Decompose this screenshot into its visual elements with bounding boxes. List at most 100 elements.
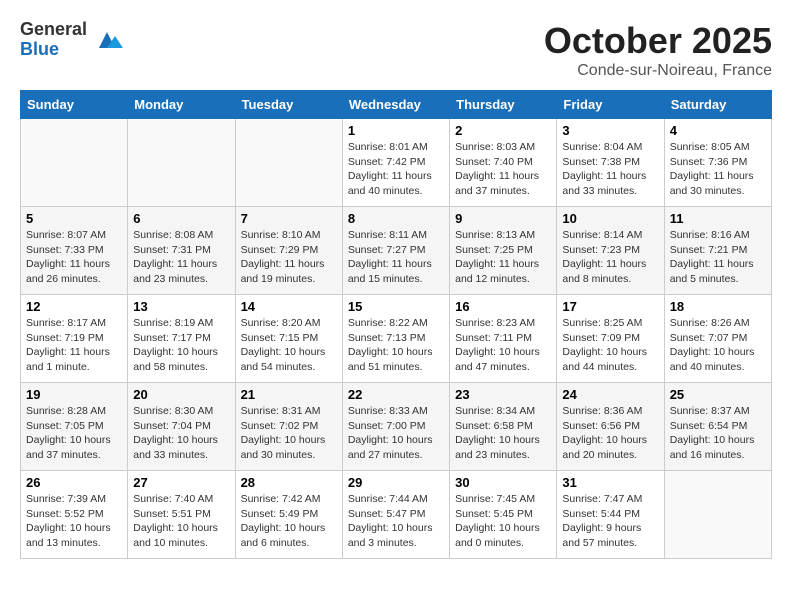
- day-number: 16: [455, 299, 551, 314]
- calendar-cell: 14Sunrise: 8:20 AM Sunset: 7:15 PM Dayli…: [235, 295, 342, 383]
- day-number: 14: [241, 299, 337, 314]
- logo-icon: [91, 24, 123, 56]
- day-info: Sunrise: 8:13 AM Sunset: 7:25 PM Dayligh…: [455, 228, 551, 287]
- day-number: 24: [562, 387, 658, 402]
- title-block: October 2025 Conde-sur-Noireau, France: [544, 20, 772, 80]
- day-info: Sunrise: 8:04 AM Sunset: 7:38 PM Dayligh…: [562, 140, 658, 199]
- calendar-cell: 10 Sunrise: 8:14 AM Sunset: 7:23 PM Dayli…: [557, 207, 664, 295]
- calendar-cell: 27 Sunrise: 7:40 AM Sunset: 5:51 PM Dayli…: [128, 471, 235, 559]
- day-number: 1: [348, 123, 444, 138]
- day-number: 17: [562, 299, 658, 314]
- calendar-cell: 31 Sunrise: 7:47 AM Sunset: 5:44 PM Dayli…: [557, 471, 664, 559]
- calendar-cell: 13 Sunrise: 8:19 AM Sunset: 7:17 PM Dayli…: [128, 295, 235, 383]
- day-info: Sunrise: 8:19 AM Sunset: 7:17 PM Dayligh…: [133, 316, 229, 375]
- day-info: Sunrise: 7:40 AM Sunset: 5:51 PM Dayligh…: [133, 492, 229, 551]
- calendar-cell: 19 Sunrise: 8:28 AM Sunset: 7:05 PM Dayli…: [21, 383, 128, 471]
- calendar-cell: 8Sunrise: 8:11 AM Sunset: 7:27 PM Daylig…: [342, 207, 449, 295]
- day-number: 8: [348, 211, 444, 226]
- day-number: 22: [348, 387, 444, 402]
- day-info: Sunrise: 8:25 AM Sunset: 7:09 PM Dayligh…: [562, 316, 658, 375]
- calendar-cell: [128, 119, 235, 207]
- day-number: 18: [670, 299, 766, 314]
- day-number: 26: [26, 475, 122, 490]
- weekday-header-tuesday: Tuesday: [235, 91, 342, 119]
- weekday-header-saturday: Saturday: [664, 91, 771, 119]
- day-info: Sunrise: 8:28 AM Sunset: 7:05 PM Dayligh…: [26, 404, 122, 463]
- day-info: Sunrise: 8:23 AM Sunset: 7:11 PM Dayligh…: [455, 316, 551, 375]
- day-number: 23: [455, 387, 551, 402]
- logo-general: General: [20, 19, 87, 39]
- month-title: October 2025: [544, 20, 772, 62]
- day-number: 25: [670, 387, 766, 402]
- day-number: 31: [562, 475, 658, 490]
- day-number: 9: [455, 211, 551, 226]
- day-number: 13: [133, 299, 229, 314]
- day-info: Sunrise: 8:03 AM Sunset: 7:40 PM Dayligh…: [455, 140, 551, 199]
- day-number: 5: [26, 211, 122, 226]
- day-number: 3: [562, 123, 658, 138]
- day-number: 6: [133, 211, 229, 226]
- week-row-4: 26 Sunrise: 7:39 AM Sunset: 5:52 PM Dayli…: [21, 471, 772, 559]
- day-info: Sunrise: 8:01 AM Sunset: 7:42 PM Dayligh…: [348, 140, 444, 199]
- day-info: Sunrise: 8:31 AM Sunset: 7:02 PM Dayligh…: [241, 404, 337, 463]
- day-info: Sunrise: 8:05 AM Sunset: 7:36 PM Dayligh…: [670, 140, 766, 199]
- calendar-cell: 26 Sunrise: 7:39 AM Sunset: 5:52 PM Dayli…: [21, 471, 128, 559]
- calendar-cell: 15Sunrise: 8:22 AM Sunset: 7:13 PM Dayli…: [342, 295, 449, 383]
- weekday-header-monday: Monday: [128, 91, 235, 119]
- calendar-cell: 16 Sunrise: 8:23 AM Sunset: 7:11 PM Dayli…: [450, 295, 557, 383]
- day-info: Sunrise: 8:14 AM Sunset: 7:23 PM Dayligh…: [562, 228, 658, 287]
- day-number: 11: [670, 211, 766, 226]
- calendar-cell: 17 Sunrise: 8:25 AM Sunset: 7:09 PM Dayli…: [557, 295, 664, 383]
- day-number: 29: [348, 475, 444, 490]
- weekday-header-wednesday: Wednesday: [342, 91, 449, 119]
- week-row-3: 19 Sunrise: 8:28 AM Sunset: 7:05 PM Dayli…: [21, 383, 772, 471]
- day-number: 27: [133, 475, 229, 490]
- calendar-cell: [21, 119, 128, 207]
- weekday-header-friday: Friday: [557, 91, 664, 119]
- logo: General Blue: [20, 20, 123, 60]
- day-info: Sunrise: 8:36 AM Sunset: 6:56 PM Dayligh…: [562, 404, 658, 463]
- calendar-cell: 2 Sunrise: 8:03 AM Sunset: 7:40 PM Daylig…: [450, 119, 557, 207]
- page-header: General Blue October 2025 Conde-sur-Noir…: [20, 20, 772, 80]
- calendar-cell: 12Sunrise: 8:17 AM Sunset: 7:19 PM Dayli…: [21, 295, 128, 383]
- calendar-cell: 11Sunrise: 8:16 AM Sunset: 7:21 PM Dayli…: [664, 207, 771, 295]
- calendar-cell: 29 Sunrise: 7:44 AM Sunset: 5:47 PM Dayli…: [342, 471, 449, 559]
- week-row-1: 5Sunrise: 8:07 AM Sunset: 7:33 PM Daylig…: [21, 207, 772, 295]
- day-info: Sunrise: 7:44 AM Sunset: 5:47 PM Dayligh…: [348, 492, 444, 551]
- calendar-cell: 6Sunrise: 8:08 AM Sunset: 7:31 PM Daylig…: [128, 207, 235, 295]
- day-number: 4: [670, 123, 766, 138]
- calendar-cell: [235, 119, 342, 207]
- day-info: Sunrise: 7:47 AM Sunset: 5:44 PM Dayligh…: [562, 492, 658, 551]
- day-number: 10: [562, 211, 658, 226]
- calendar-cell: 20Sunrise: 8:30 AM Sunset: 7:04 PM Dayli…: [128, 383, 235, 471]
- day-info: Sunrise: 8:26 AM Sunset: 7:07 PM Dayligh…: [670, 316, 766, 375]
- calendar-body: 1 Sunrise: 8:01 AM Sunset: 7:42 PM Daylig…: [21, 119, 772, 559]
- day-number: 28: [241, 475, 337, 490]
- day-info: Sunrise: 8:33 AM Sunset: 7:00 PM Dayligh…: [348, 404, 444, 463]
- day-number: 19: [26, 387, 122, 402]
- calendar-cell: 23Sunrise: 8:34 AM Sunset: 6:58 PM Dayli…: [450, 383, 557, 471]
- day-info: Sunrise: 7:39 AM Sunset: 5:52 PM Dayligh…: [26, 492, 122, 551]
- day-number: 7: [241, 211, 337, 226]
- logo-blue: Blue: [20, 39, 59, 59]
- day-info: Sunrise: 8:10 AM Sunset: 7:29 PM Dayligh…: [241, 228, 337, 287]
- day-number: 2: [455, 123, 551, 138]
- day-info: Sunrise: 7:42 AM Sunset: 5:49 PM Dayligh…: [241, 492, 337, 551]
- calendar-cell: 24 Sunrise: 8:36 AM Sunset: 6:56 PM Dayli…: [557, 383, 664, 471]
- calendar-table: SundayMondayTuesdayWednesdayThursdayFrid…: [20, 90, 772, 559]
- day-info: Sunrise: 8:22 AM Sunset: 7:13 PM Dayligh…: [348, 316, 444, 375]
- day-info: Sunrise: 8:37 AM Sunset: 6:54 PM Dayligh…: [670, 404, 766, 463]
- day-info: Sunrise: 7:45 AM Sunset: 5:45 PM Dayligh…: [455, 492, 551, 551]
- day-number: 30: [455, 475, 551, 490]
- weekday-header-row: SundayMondayTuesdayWednesdayThursdayFrid…: [21, 91, 772, 119]
- calendar-cell: 7 Sunrise: 8:10 AM Sunset: 7:29 PM Daylig…: [235, 207, 342, 295]
- day-number: 20: [133, 387, 229, 402]
- calendar-cell: 21Sunrise: 8:31 AM Sunset: 7:02 PM Dayli…: [235, 383, 342, 471]
- calendar-cell: 28 Sunrise: 7:42 AM Sunset: 5:49 PM Dayli…: [235, 471, 342, 559]
- weekday-header-sunday: Sunday: [21, 91, 128, 119]
- calendar-cell: 5Sunrise: 8:07 AM Sunset: 7:33 PM Daylig…: [21, 207, 128, 295]
- location-title: Conde-sur-Noireau, France: [544, 62, 772, 80]
- week-row-0: 1 Sunrise: 8:01 AM Sunset: 7:42 PM Daylig…: [21, 119, 772, 207]
- calendar-cell: 1 Sunrise: 8:01 AM Sunset: 7:42 PM Daylig…: [342, 119, 449, 207]
- calendar-cell: 9 Sunrise: 8:13 AM Sunset: 7:25 PM Daylig…: [450, 207, 557, 295]
